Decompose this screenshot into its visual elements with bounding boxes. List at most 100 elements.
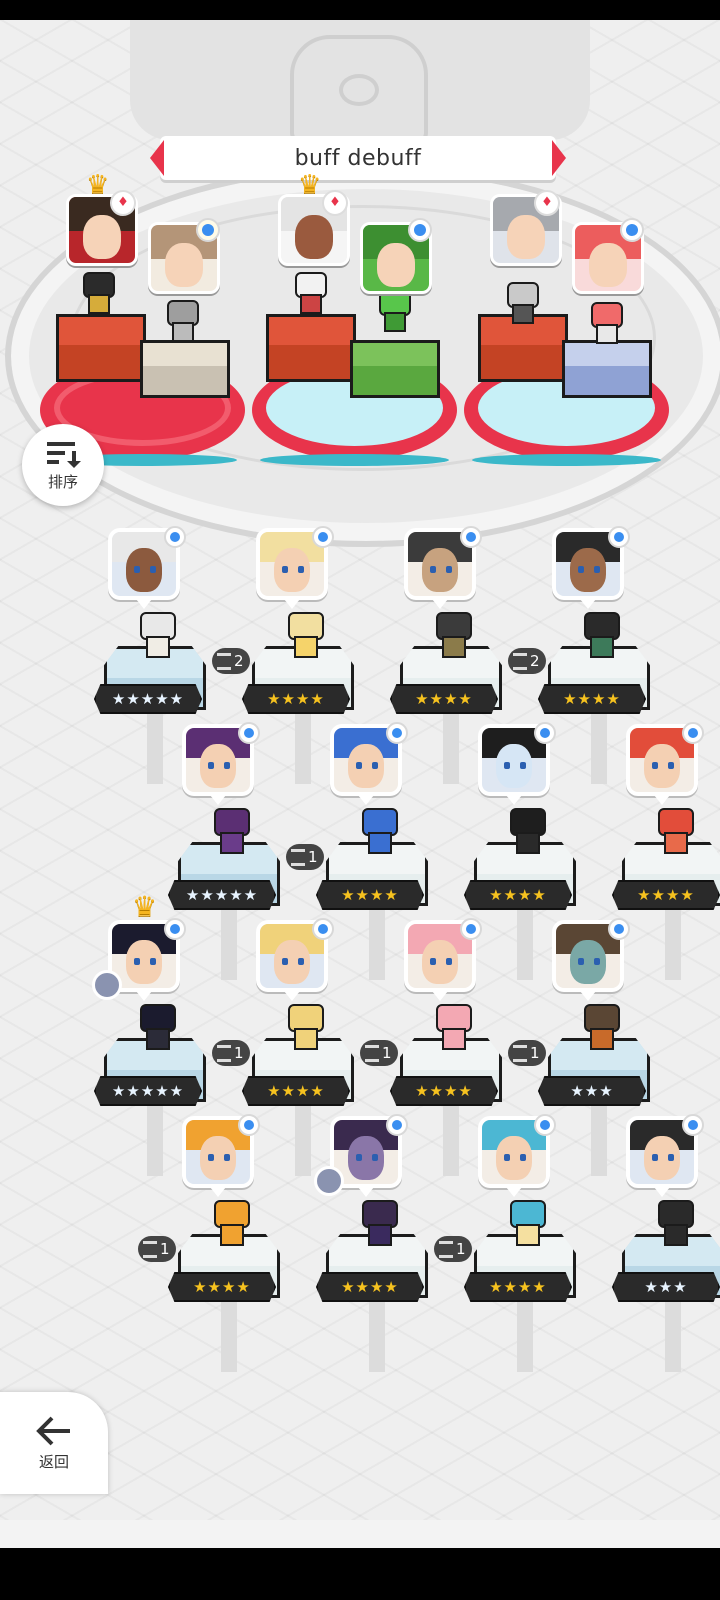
slot-rim xyxy=(260,454,449,466)
sort-icon xyxy=(47,441,81,468)
star-rating: ★★★★ xyxy=(538,684,646,714)
hero-sprite xyxy=(80,272,115,314)
element-badge-icon xyxy=(682,1114,704,1136)
copies-icon xyxy=(513,652,527,670)
element-diamond-icon: ♦ xyxy=(322,190,348,216)
slot-2-block-support xyxy=(350,340,440,398)
star-rating: ★★★★ xyxy=(612,880,720,910)
hero-sprite xyxy=(432,612,472,658)
hero-card[interactable]: ★★★★ xyxy=(612,722,720,980)
hero-card[interactable]: ★★★★ 1 xyxy=(360,918,512,1176)
hero-sprite xyxy=(580,1004,620,1050)
leaf-badge-icon xyxy=(408,218,432,242)
slot-3-block-main xyxy=(478,314,568,382)
hero-sprite xyxy=(506,808,546,854)
star-rating: ★★★★ xyxy=(316,1272,424,1302)
hero-sprite xyxy=(284,1004,324,1050)
hero-sprite xyxy=(136,1004,176,1050)
duplicate-count: 2 xyxy=(234,652,244,670)
game-screen: buff debuff ♛ ♦ ♛ ♦ ♦ 排序 ★★★★★ ★★★★ 2 ★★… xyxy=(0,0,720,1600)
slot-2-block-main xyxy=(266,314,356,382)
duplicate-count: 1 xyxy=(456,1240,466,1258)
duplicate-count-badge: 1 xyxy=(286,844,324,870)
copies-icon xyxy=(217,652,231,670)
duplicate-count-badge: 2 xyxy=(212,648,250,674)
element-badge-icon xyxy=(386,722,408,744)
hero-sprite xyxy=(164,300,199,342)
duplicate-count: 1 xyxy=(382,1044,392,1062)
star-rating: ★★★★ xyxy=(464,1272,572,1302)
slot-1-block-support xyxy=(140,340,230,398)
platform-pole xyxy=(221,1302,237,1372)
back-button[interactable]: 返回 xyxy=(0,1392,108,1494)
banner-left-cap xyxy=(150,140,164,176)
hero-sprite xyxy=(292,272,327,314)
platform-pole xyxy=(443,1106,459,1176)
hero-card[interactable]: ★★★★ xyxy=(390,526,512,784)
hero-sprite xyxy=(654,1200,694,1246)
gear-chip-icon xyxy=(314,1166,344,1196)
copies-icon xyxy=(365,1044,379,1062)
star-rating: ★★★★★ xyxy=(94,1076,202,1106)
element-badge-icon xyxy=(312,526,334,548)
duplicate-count: 1 xyxy=(234,1044,244,1062)
hero-card[interactable]: ★★★ 1 xyxy=(508,918,660,1176)
hero-card[interactable]: ★★★★ 2 xyxy=(508,526,660,784)
hero-sprite xyxy=(654,808,694,854)
star-rating: ★★★★ xyxy=(316,880,424,910)
platform-pole xyxy=(591,1106,607,1176)
platform-pole xyxy=(295,714,311,784)
hero-sprite xyxy=(136,612,176,658)
copies-icon xyxy=(439,1240,453,1258)
copies-icon xyxy=(513,1044,527,1062)
star-rating: ★★★ xyxy=(538,1076,646,1106)
hero-sprite xyxy=(504,282,539,324)
hero-card[interactable]: ★★★★ xyxy=(314,1114,438,1372)
banner-right-cap xyxy=(552,140,566,176)
hero-card[interactable]: ★★★★ 1 xyxy=(434,1114,586,1372)
element-badge-icon xyxy=(238,1114,260,1136)
arrow-left-icon xyxy=(36,1416,70,1445)
element-badge-icon xyxy=(460,526,482,548)
hero-card[interactable]: ★★★★ 2 xyxy=(212,526,364,784)
star-rating: ★★★ xyxy=(612,1272,720,1302)
page-title: buff debuff xyxy=(294,145,422,171)
star-rating: ★★★★ xyxy=(464,880,572,910)
hero-sprite xyxy=(506,1200,546,1246)
duplicate-count: 1 xyxy=(308,848,318,866)
hero-sprite xyxy=(358,1200,398,1246)
blue-dot-badge-icon xyxy=(620,218,644,242)
copies-icon xyxy=(143,1240,157,1258)
duplicate-count-badge: 1 xyxy=(508,1040,546,1066)
star-rating: ★★★★ xyxy=(168,1272,276,1302)
status-bar xyxy=(0,0,720,20)
element-badge-icon xyxy=(608,918,630,940)
sparkle-badge-icon xyxy=(196,218,220,242)
duplicate-count: 2 xyxy=(530,652,540,670)
hero-sprite xyxy=(588,302,623,344)
copies-icon xyxy=(217,1044,231,1062)
hero-card[interactable]: ★★★★★ xyxy=(168,722,290,980)
hero-card[interactable]: ★★★★ 1 xyxy=(212,918,364,1176)
sort-button[interactable]: 排序 xyxy=(22,424,104,506)
hero-card[interactable]: ★★★★ xyxy=(464,722,586,980)
hero-card[interactable]: ★★★★★ ♛ xyxy=(92,890,216,1176)
hero-card[interactable]: ★★★ xyxy=(612,1114,720,1372)
hero-card[interactable]: ★★★★ 1 xyxy=(138,1114,290,1372)
hero-card[interactable]: ★★★★★ xyxy=(94,526,216,784)
platform-pole xyxy=(369,910,385,980)
platform-pole xyxy=(221,910,237,980)
element-badge-icon xyxy=(608,526,630,548)
hero-card[interactable]: ★★★★ 1 xyxy=(286,722,438,980)
back-button-label: 返回 xyxy=(38,1452,69,1471)
duplicate-count-badge: 1 xyxy=(212,1040,250,1066)
sort-button-label: 排序 xyxy=(47,472,78,491)
platform-pole xyxy=(369,1302,385,1372)
hero-sprite xyxy=(580,612,620,658)
star-rating: ★★★★ xyxy=(242,684,350,714)
leader-crown-icon: ♛ xyxy=(132,890,158,923)
element-diamond-icon: ♦ xyxy=(110,190,136,216)
bottom-strip xyxy=(0,1520,720,1548)
element-badge-icon xyxy=(312,918,334,940)
element-badge-icon xyxy=(164,526,186,548)
